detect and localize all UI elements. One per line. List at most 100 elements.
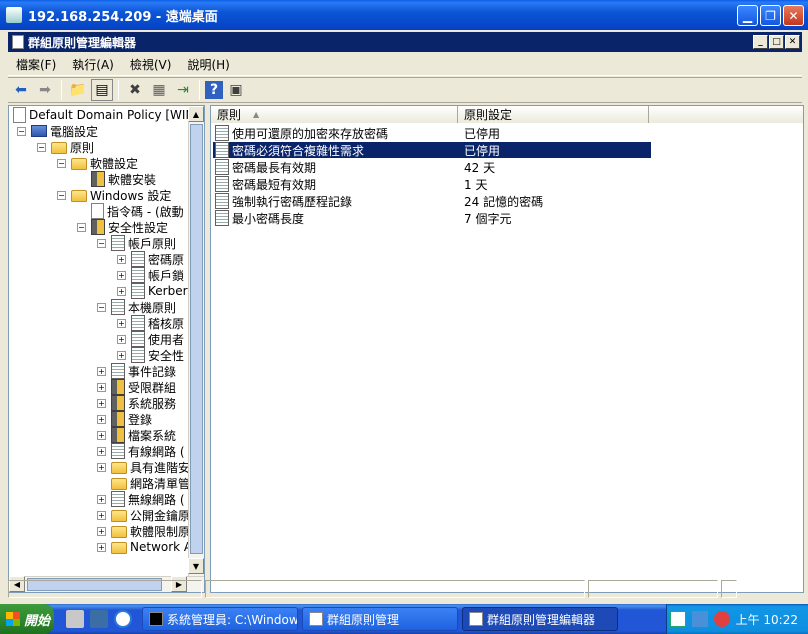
internet-explorer-icon[interactable]	[114, 610, 132, 628]
network-icon[interactable]	[691, 611, 708, 627]
tree-expander[interactable]: −	[77, 223, 86, 232]
tree-expander[interactable]: −	[57, 191, 66, 200]
server-manager-icon[interactable]	[66, 610, 84, 628]
show-tree-icon[interactable]: ▤	[91, 79, 113, 101]
maximize-button[interactable]: ❐	[760, 5, 781, 26]
tree-expander[interactable]: +	[97, 399, 106, 408]
policy-row[interactable]: 強制執行密碼歷程記錄 24 記憶的密碼	[213, 193, 651, 209]
tree-item[interactable]: Network Ac	[111, 539, 199, 555]
up-folder-icon[interactable]: 📁	[67, 79, 89, 101]
tree-expander[interactable]: +	[117, 319, 126, 328]
forward-arrow-icon[interactable]: ➡	[34, 79, 56, 101]
tree-item[interactable]: 電腦設定	[31, 123, 98, 139]
task-cmd[interactable]: 系統管理員: C:\Window...	[142, 607, 298, 631]
tree-vertical-scrollbar[interactable]: ▲ ▼	[188, 106, 204, 576]
tree-expander[interactable]: +	[97, 447, 106, 456]
tree-item[interactable]: 密碼原	[131, 251, 184, 267]
tree-item[interactable]: Windows 設定	[71, 187, 171, 203]
tree-item-label: 具有進階安	[130, 460, 191, 475]
policy-row[interactable]: 使用可還原的加密來存放密碼 已停用	[213, 125, 651, 141]
clock[interactable]: 上午 10:22	[736, 611, 798, 628]
delete-icon[interactable]: ✖	[124, 79, 146, 101]
tree-item[interactable]: 公開金鑰原	[111, 507, 190, 523]
close-button[interactable]: ✕	[783, 5, 804, 26]
tree-item[interactable]: 稽核原	[131, 315, 184, 331]
tree-expander[interactable]: +	[97, 383, 106, 392]
tree-expander[interactable]: +	[97, 511, 106, 520]
tree-expander[interactable]: +	[117, 335, 126, 344]
menu-action[interactable]: 執行(A)	[64, 56, 122, 73]
tree-expander[interactable]: +	[97, 463, 106, 472]
tree-item[interactable]: 使用者	[131, 331, 184, 347]
tree-item[interactable]: 軟體設定	[71, 155, 138, 171]
tree-item[interactable]: 原則	[51, 139, 94, 155]
performance-icon[interactable]	[669, 611, 686, 627]
tree-expander[interactable]: −	[17, 127, 26, 136]
export-icon[interactable]: ⇥	[172, 79, 194, 101]
minimize-button[interactable]: ▁	[737, 5, 758, 26]
policy-row[interactable]: 密碼必須符合複雜性需求 已停用	[213, 142, 651, 158]
mmc-minimize-button[interactable]: _	[753, 35, 768, 49]
policy-row[interactable]: 最小密碼長度 7 個字元	[213, 210, 651, 226]
tree-item[interactable]: 安全性設定	[91, 219, 168, 235]
tree-item[interactable]: 具有進階安	[111, 459, 190, 475]
scroll-down-icon[interactable]: ▼	[188, 558, 204, 574]
menu-help[interactable]: 說明(H)	[179, 56, 237, 73]
policy-row[interactable]: 密碼最長有效期 42 天	[213, 159, 651, 175]
mmc-restore-button[interactable]: □	[769, 35, 784, 49]
console-tree[interactable]: Default Domain Policy [WIN-V6− 電腦設定 − 原則 − 軟體…	[8, 105, 205, 593]
show-desktop-icon[interactable]	[90, 610, 108, 628]
pol-icon	[131, 347, 145, 363]
rdp-title-bar[interactable]: 192.168.254.209 - 遠端桌面 ▁ ❐ ✕	[0, 0, 808, 30]
volume-muted-icon[interactable]	[713, 611, 730, 627]
tree-expander[interactable]: −	[97, 239, 106, 248]
tree-item[interactable]: 系統服務	[111, 395, 176, 411]
mmc-close-button[interactable]: ✕	[785, 35, 800, 49]
tree-expander[interactable]: +	[97, 431, 106, 440]
tree-expander[interactable]: +	[97, 495, 106, 504]
tree-expander[interactable]: −	[37, 143, 46, 152]
menu-file[interactable]: 檔案(F)	[8, 56, 64, 73]
tree-item-label: 系統服務	[128, 396, 177, 411]
tree-item[interactable]: 事件記錄	[111, 363, 176, 379]
tree-expander[interactable]: +	[117, 271, 126, 280]
start-button[interactable]: 開始	[0, 604, 54, 634]
tree-item[interactable]: 登錄	[111, 411, 152, 427]
column-header-policy[interactable]: 原則 ▲	[211, 106, 458, 123]
tree-expander[interactable]: +	[117, 351, 126, 360]
task-gpmc[interactable]: 群組原則管理	[302, 607, 458, 631]
tree-item[interactable]: 軟體限制原	[111, 523, 190, 539]
tree-item[interactable]: 檔案系統	[111, 427, 176, 443]
tree-item[interactable]: 無線網路 (	[111, 491, 185, 507]
tree-scroll-thumb[interactable]	[190, 124, 203, 554]
properties-icon[interactable]: ▦	[148, 79, 170, 101]
scroll-up-icon[interactable]: ▲	[188, 106, 204, 122]
tree-item[interactable]: Default Domain Policy [WIN-V6	[13, 107, 204, 123]
console-icon[interactable]: ▣	[225, 79, 247, 101]
tree-item[interactable]: 受限群組	[111, 379, 176, 395]
column-header-setting[interactable]: 原則設定	[458, 106, 649, 123]
tree-expander[interactable]: +	[97, 527, 106, 536]
tree-expander[interactable]: +	[117, 287, 126, 296]
mmc-title-bar[interactable]: 群組原則管理編輯器 _ □ ✕	[8, 32, 802, 52]
tree-item[interactable]: 有線網路 (	[111, 443, 185, 459]
back-arrow-icon[interactable]: ⬅	[10, 79, 32, 101]
tree-expander[interactable]: −	[97, 303, 106, 312]
menu-view[interactable]: 檢視(V)	[122, 56, 180, 73]
help-icon[interactable]: ?	[205, 81, 223, 99]
tree-item[interactable]: 網路清單管	[111, 475, 190, 491]
tree-expander[interactable]: +	[97, 367, 106, 376]
tree-item[interactable]: 本機原則	[111, 299, 176, 315]
task-gpo-editor[interactable]: 群組原則管理編輯器	[462, 607, 618, 631]
tree-expander[interactable]: −	[57, 159, 66, 168]
tree-item[interactable]: 帳戶原則	[111, 235, 176, 251]
tree-expander[interactable]: +	[97, 415, 106, 424]
tree-expander[interactable]: +	[117, 255, 126, 264]
tree-item[interactable]: 帳戶鎖	[131, 267, 184, 283]
tree-expander[interactable]: +	[97, 543, 106, 552]
tree-item[interactable]: 指令碼 - (啟動	[91, 203, 184, 219]
tree-item[interactable]: Kerbero	[131, 283, 195, 299]
tree-item[interactable]: 軟體安裝	[91, 171, 156, 187]
tree-item[interactable]: 安全性	[131, 347, 184, 363]
policy-row[interactable]: 密碼最短有效期 1 天	[213, 176, 651, 192]
